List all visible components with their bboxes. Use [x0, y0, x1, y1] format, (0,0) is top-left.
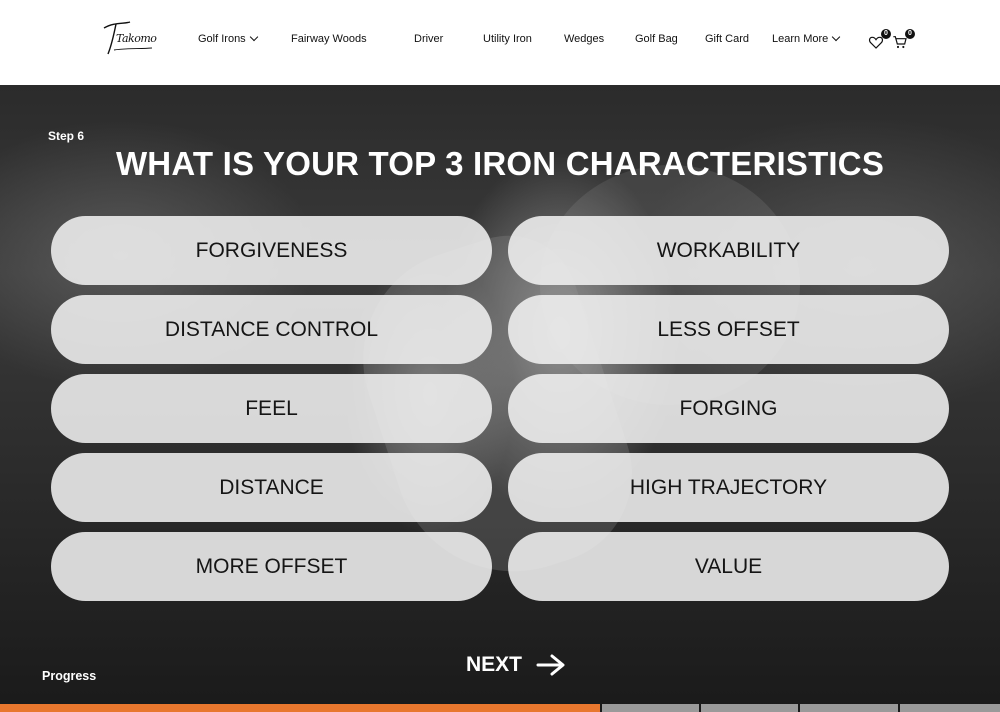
- nav-driver[interactable]: Driver: [414, 33, 443, 45]
- question-heading: WHAT IS YOUR TOP 3 IRON CHARACTERISTICS: [115, 145, 885, 182]
- nav-label: Golf Irons: [198, 33, 246, 45]
- progress-bar-segment: [602, 704, 699, 712]
- option-distance-control[interactable]: DISTANCE CONTROL: [51, 295, 492, 364]
- option-more-offset[interactable]: MORE OFFSET: [51, 532, 492, 601]
- option-workability[interactable]: WORKABILITY: [508, 216, 949, 285]
- option-distance[interactable]: DISTANCE: [51, 453, 492, 522]
- chevron-down-icon: [832, 32, 841, 42]
- option-label: MORE OFFSET: [195, 554, 348, 578]
- site-header: Takomo Golf Irons Fairway Woods Driver U…: [0, 0, 1000, 85]
- option-label: HIGH TRAJECTORY: [629, 475, 828, 499]
- cart-count-badge: 0: [905, 29, 915, 39]
- nav-label: Golf Bag: [635, 33, 678, 45]
- progress-bar-fill: [0, 704, 600, 712]
- nav-golf-bag[interactable]: Golf Bag: [635, 33, 678, 45]
- arrow-right-icon: [536, 654, 565, 676]
- quiz-section: Step 6 WHAT IS YOUR TOP 3 IRON CHARACTER…: [0, 85, 1000, 712]
- nav-label: Utility Iron: [483, 33, 532, 45]
- nav-golf-irons[interactable]: Golf Irons: [198, 32, 258, 45]
- progress-label: Progress: [42, 669, 97, 683]
- progress-bar-segment: [900, 704, 1000, 712]
- option-label: LESS OFFSET: [657, 317, 800, 341]
- option-value[interactable]: VALUE: [508, 532, 949, 601]
- next-label: NEXT: [466, 653, 523, 676]
- nav-fairway-woods[interactable]: Fairway Woods: [291, 33, 367, 45]
- chevron-down-icon: [249, 32, 258, 42]
- wishlist-button[interactable]: 0: [868, 29, 891, 52]
- option-label: FEEL: [245, 396, 298, 420]
- wishlist-count-badge: 0: [881, 29, 891, 39]
- option-high-trajectory[interactable]: HIGH TRAJECTORY: [508, 453, 949, 522]
- next-button[interactable]: NEXT: [466, 653, 566, 677]
- progress-bar-segment: [701, 704, 798, 712]
- option-label: DISTANCE: [219, 475, 324, 499]
- progress-bar-segment: [800, 704, 898, 712]
- option-label: VALUE: [694, 554, 763, 578]
- cart-button[interactable]: 0: [892, 29, 915, 52]
- nav-wedges[interactable]: Wedges: [564, 33, 604, 45]
- option-forging[interactable]: FORGING: [508, 374, 949, 443]
- nav-learn-more[interactable]: Learn More: [772, 32, 841, 45]
- nav-label: Driver: [414, 33, 444, 45]
- option-less-offset[interactable]: LESS OFFSET: [508, 295, 949, 364]
- step-label: Step 6: [48, 129, 85, 143]
- nav-label: Wedges: [564, 33, 605, 45]
- nav-label: Gift Card: [705, 33, 750, 45]
- option-label: FORGIVENESS: [195, 238, 348, 262]
- logo-wordmark: Takomo: [116, 32, 157, 45]
- nav-gift-card[interactable]: Gift Card: [705, 33, 749, 45]
- nav-label: Learn More: [772, 33, 829, 45]
- nav-label: Fairway Woods: [291, 33, 367, 45]
- option-label: WORKABILITY: [656, 238, 801, 262]
- option-feel[interactable]: FEEL: [51, 374, 492, 443]
- option-forgiveness[interactable]: FORGIVENESS: [51, 216, 492, 285]
- brand-logo[interactable]: Takomo: [100, 18, 157, 58]
- nav-utility-iron[interactable]: Utility Iron: [483, 33, 532, 45]
- option-label: DISTANCE CONTROL: [164, 317, 379, 341]
- option-label: FORGING: [679, 396, 778, 420]
